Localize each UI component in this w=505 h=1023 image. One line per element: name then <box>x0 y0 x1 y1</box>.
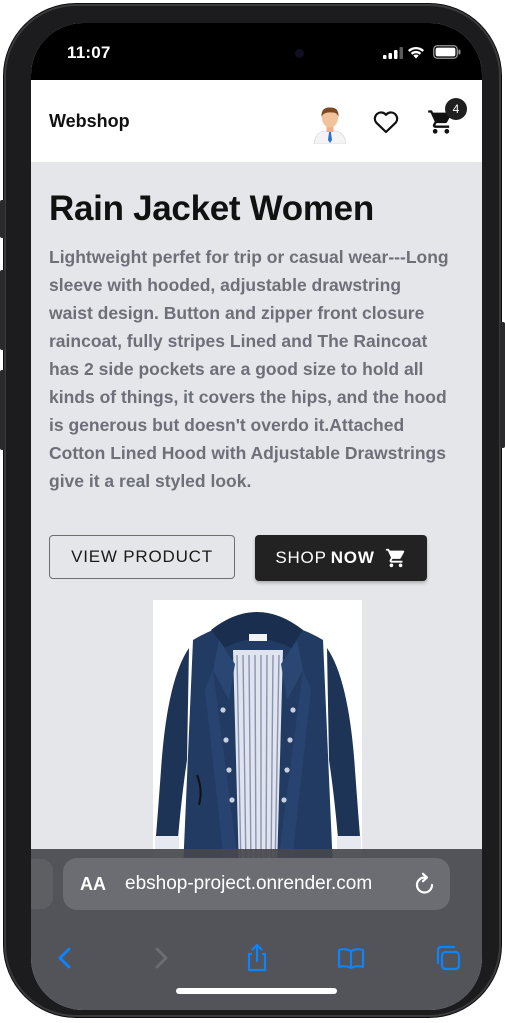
home-indicator <box>176 988 337 994</box>
power-button <box>500 322 505 448</box>
action-button <box>0 200 5 238</box>
cart-icon <box>385 548 404 568</box>
dynamic-island <box>199 37 317 71</box>
rain-jacket-image <box>153 600 362 870</box>
safari-toolbar: AA ebshop-project.onrender.com <box>31 849 482 1010</box>
volume-up-button <box>0 270 5 350</box>
product-description: Lightweight perfet for trip or casual we… <box>49 247 449 491</box>
wifi-icon <box>408 46 424 59</box>
product-image[interactable] <box>153 600 362 870</box>
screen: 11:07 Webshop 4 Rain Jacket Women Lightw… <box>31 23 482 1010</box>
url-text[interactable]: ebshop-project.onrender.com <box>125 873 405 895</box>
volume-down-button <box>0 370 5 450</box>
previous-tab-preview[interactable] <box>31 859 53 909</box>
tabs-icon[interactable] <box>433 943 463 973</box>
reader-options-button[interactable]: AA <box>80 874 106 895</box>
cellular-signal-icon <box>383 47 403 59</box>
shop-label-bold: NOW <box>330 548 375 567</box>
user-avatar-icon[interactable] <box>312 104 348 144</box>
bookmarks-icon[interactable] <box>336 943 366 973</box>
product-title: Rain Jacket Women <box>49 189 374 228</box>
view-product-button[interactable]: VIEW PRODUCT <box>49 535 235 579</box>
cart-count-badge: 4 <box>445 98 467 120</box>
status-time: 11:07 <box>67 43 111 62</box>
heart-icon[interactable] <box>373 110 399 134</box>
brand-logo-text[interactable]: Webshop <box>49 111 130 132</box>
share-icon[interactable] <box>242 943 272 973</box>
address-bar[interactable]: AA ebshop-project.onrender.com <box>63 858 450 910</box>
product-info: Rain Jacket Women Lightweight perfet for… <box>49 189 449 495</box>
status-bar: 11:07 <box>31 23 482 80</box>
back-icon[interactable] <box>50 943 80 973</box>
phone-frame: 11:07 Webshop 4 Rain Jacket Women Lightw… <box>0 4 505 1017</box>
reload-icon[interactable] <box>413 871 437 897</box>
site-header: Webshop 4 <box>31 80 482 162</box>
battery-icon <box>433 45 461 59</box>
camera-icon <box>295 49 304 58</box>
forward-icon[interactable] <box>146 943 176 973</box>
shop-label: SHOP <box>275 548 327 567</box>
shop-now-button[interactable]: SHOP NOW <box>255 535 427 581</box>
